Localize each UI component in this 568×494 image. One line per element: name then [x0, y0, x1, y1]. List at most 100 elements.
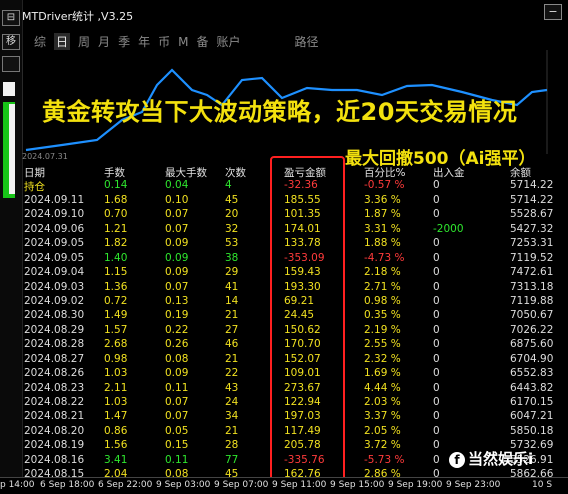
tab-route[interactable]: 路径 [295, 33, 319, 50]
cell-pct: 0.35 % [364, 309, 401, 322]
cell-date: 2024.09.02 [24, 294, 85, 307]
cell-count: 38 [225, 251, 239, 264]
tab-week[interactable]: 周 [78, 33, 90, 50]
tab-notes[interactable]: 备 [196, 33, 208, 50]
cell-flow: 0 [433, 179, 440, 192]
cell-date: 2024.08.29 [24, 323, 85, 336]
cell-max-lots: 0.11 [165, 453, 189, 466]
watermark-logo-icon: f [449, 451, 465, 468]
cell-lots: 0.14 [104, 179, 128, 192]
cell-max-lots: 0.26 [165, 338, 189, 351]
cell-max-lots: 0.07 [165, 396, 189, 408]
cell-date: 2024.08.16 [24, 453, 85, 466]
cell-flow: 0 [433, 424, 440, 437]
cell-pct: 2.05 % [364, 424, 401, 437]
cell-count: 34 [225, 410, 239, 423]
window-title: MTDriver统计 ,V3.25 [22, 10, 134, 23]
cell-balance: 6443.82 [510, 381, 554, 394]
pnl-highlight-box [270, 156, 345, 482]
cell-max-lots: 0.07 [165, 222, 189, 235]
cell-date: 2024.09.10 [24, 208, 85, 221]
time-axis-label: 9 Sep 03:00 [156, 480, 211, 490]
cell-pct: 2.55 % [364, 338, 401, 351]
cell-max-lots: 0.05 [165, 424, 189, 437]
cell-count: 32 [225, 222, 239, 235]
tab-m[interactable]: M [178, 35, 188, 49]
cell-flow: 0 [433, 410, 440, 423]
cell-lots: 0.72 [104, 294, 128, 307]
cell-balance: 7253.31 [510, 237, 554, 250]
minimize-button[interactable]: − [544, 4, 562, 20]
cell-pct: 3.37 % [364, 410, 401, 423]
cell-lots: 2.11 [104, 381, 128, 394]
cell-pct: -0.57 % [364, 179, 405, 192]
cell-balance: 7472.61 [510, 266, 554, 279]
tab-quarter[interactable]: 季 [118, 33, 130, 50]
cell-count: 14 [225, 294, 239, 307]
cell-balance: 5714.22 [510, 193, 554, 206]
cell-flow: 0 [433, 439, 440, 452]
cell-lots: 1.21 [104, 222, 128, 235]
cell-pct: 2.19 % [364, 323, 401, 336]
cell-count: 21 [225, 309, 239, 322]
cell-count: 27 [225, 323, 239, 336]
cell-balance: 6704.90 [510, 352, 554, 365]
cell-count: 28 [225, 439, 239, 452]
cell-balance: 6170.15 [510, 396, 554, 408]
cell-pct: 1.88 % [364, 237, 401, 250]
cell-pct: 3.31 % [364, 222, 401, 235]
cell-date: 2024.08.21 [24, 410, 85, 423]
cell-flow: -2000 [433, 222, 464, 235]
watermark: f 当然娱乐i [449, 448, 533, 469]
cell-date: 2024.09.06 [24, 222, 85, 235]
cell-flow: 0 [433, 338, 440, 351]
cell-flow: 0 [433, 294, 440, 307]
time-axis-label: 9 Sep 23:00 [446, 480, 501, 490]
cell-pct: 2.03 % [364, 396, 401, 408]
tab-currency[interactable]: 币 [158, 33, 170, 50]
tab-summary[interactable]: 综 [34, 33, 46, 50]
time-axis-label: 6 Sep 22:00 [98, 480, 153, 490]
cell-flow: 0 [433, 309, 440, 322]
period-tabs: 综日周月季年币 M 备账户 路径 [34, 33, 327, 50]
cell-lots: 1.36 [104, 280, 128, 293]
tab-month[interactable]: 月 [98, 33, 110, 50]
cell-max-lots: 0.22 [165, 323, 189, 336]
tab-account[interactable]: 账户 [216, 33, 240, 50]
panel-toggle-button[interactable] [2, 56, 20, 72]
cell-count: 22 [225, 367, 239, 380]
tab-year[interactable]: 年 [138, 33, 150, 50]
cell-pct: 2.18 % [364, 266, 401, 279]
time-axis-label: 9 Sep 11:00 [272, 480, 327, 490]
cell-date: 2024.08.28 [24, 338, 85, 351]
time-axis-label: 6 Sep 18:00 [40, 480, 95, 490]
cell-pct: 1.87 % [364, 208, 401, 221]
collapse-button[interactable]: ⊟ [2, 10, 20, 26]
meter-top-segment [3, 82, 15, 96]
cell-balance: 6875.60 [510, 338, 554, 351]
cell-date: 2024.08.19 [24, 439, 85, 452]
cell-date: 2024.08.20 [24, 424, 85, 437]
cell-balance: 5850.18 [510, 424, 554, 437]
cell-flow: 0 [433, 208, 440, 221]
cell-count: 29 [225, 266, 239, 279]
move-button[interactable]: 移 [2, 34, 20, 50]
tab-day[interactable]: 日 [54, 33, 71, 50]
cell-max-lots: 0.09 [165, 251, 189, 264]
cell-lots: 0.70 [104, 208, 128, 221]
cell-max-lots: 0.11 [165, 381, 189, 394]
cell-date: 2024.08.26 [24, 367, 85, 380]
cell-pct: -4.73 % [364, 251, 405, 264]
cell-flow: 0 [433, 396, 440, 408]
cell-pct: -5.73 % [364, 453, 405, 466]
cell-balance: 7119.88 [510, 294, 554, 307]
cell-balance: 5714.22 [510, 179, 554, 192]
cell-flow: 0 [433, 266, 440, 279]
left-toolbar: ⊟ 移 [0, 0, 23, 477]
cell-count: 24 [225, 396, 239, 408]
cell-flow: 0 [433, 280, 440, 293]
cell-flow: 0 [433, 323, 440, 336]
cell-flow: 0 [433, 251, 440, 264]
time-axis-label: 10 S [532, 480, 553, 490]
cell-pct: 3.36 % [364, 193, 401, 206]
